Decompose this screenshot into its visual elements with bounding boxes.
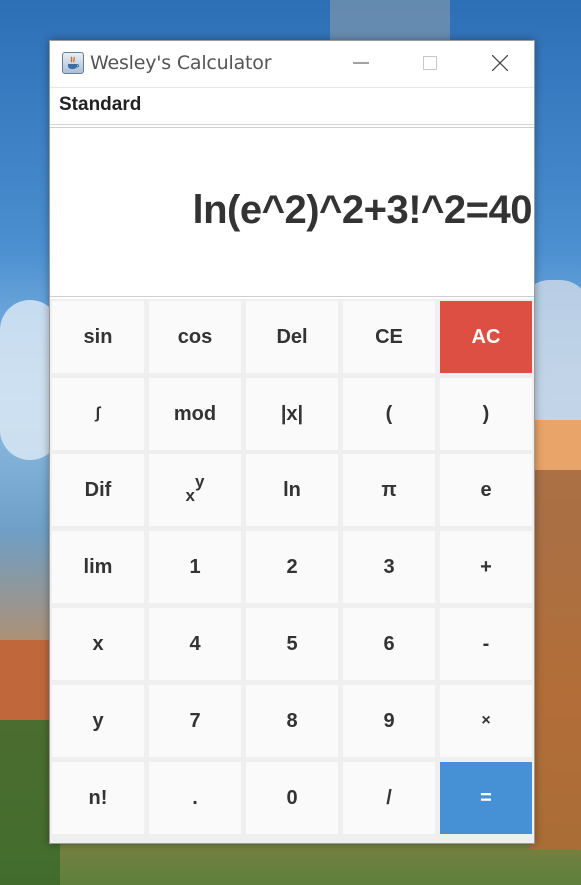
limit-button[interactable]: lim <box>52 531 144 603</box>
plus-button[interactable]: + <box>440 531 532 603</box>
digit-5-button[interactable]: 5 <box>246 608 338 680</box>
calculator-display: ln(e^2)^2+3!^2=40 <box>50 127 534 297</box>
left-paren-button[interactable]: ( <box>343 378 435 450</box>
maximize-icon <box>423 56 437 70</box>
power-exponent-label: y <box>195 472 205 491</box>
pi-button[interactable]: π <box>343 454 435 526</box>
digit-3-button[interactable]: 3 <box>343 531 435 603</box>
window-title: Wesley's Calculator <box>90 52 272 74</box>
power-base-label: x <box>185 486 195 505</box>
keypad: sin cos Del CE AC ∫ mod |x| ( ) Dif xy l… <box>50 299 534 843</box>
digit-6-button[interactable]: 6 <box>343 608 435 680</box>
minus-button[interactable]: - <box>440 608 532 680</box>
divide-button[interactable]: / <box>343 762 435 834</box>
wallpaper-tower <box>330 0 450 40</box>
clear-entry-button[interactable]: CE <box>343 301 435 373</box>
derivative-button[interactable]: Dif <box>52 454 144 526</box>
delete-button[interactable]: Del <box>246 301 338 373</box>
java-app-icon <box>62 52 84 74</box>
maximize-button[interactable] <box>395 41 465 86</box>
mode-bar: Standard <box>50 87 534 125</box>
integral-button[interactable]: ∫ <box>52 378 144 450</box>
ln-button[interactable]: ln <box>246 454 338 526</box>
wallpaper-house <box>0 640 55 720</box>
mod-button[interactable]: mod <box>149 378 241 450</box>
multiply-button[interactable]: × <box>440 685 532 757</box>
title-bar[interactable]: Wesley's Calculator <box>50 41 534 86</box>
digit-0-button[interactable]: 0 <box>246 762 338 834</box>
calculator-window: Wesley's Calculator Standard ln(e^2)^2+3… <box>49 40 535 844</box>
digit-4-button[interactable]: 4 <box>149 608 241 680</box>
y-variable-button[interactable]: y <box>52 685 144 757</box>
expression-text: ln(e^2)^2+3!^2=40 <box>192 188 532 232</box>
all-clear-button[interactable]: AC <box>440 301 532 373</box>
digit-1-button[interactable]: 1 <box>149 531 241 603</box>
mode-label[interactable]: Standard <box>59 94 141 116</box>
e-button[interactable]: e <box>440 454 532 526</box>
digit-2-button[interactable]: 2 <box>246 531 338 603</box>
close-icon <box>492 55 508 71</box>
factorial-button[interactable]: n! <box>52 762 144 834</box>
decimal-point-button[interactable]: . <box>149 762 241 834</box>
cos-button[interactable]: cos <box>149 301 241 373</box>
sin-button[interactable]: sin <box>52 301 144 373</box>
close-button[interactable] <box>465 41 535 86</box>
digit-7-button[interactable]: 7 <box>149 685 241 757</box>
wallpaper-house <box>530 430 581 850</box>
x-variable-button[interactable]: x <box>52 608 144 680</box>
right-paren-button[interactable]: ) <box>440 378 532 450</box>
absolute-value-button[interactable]: |x| <box>246 378 338 450</box>
minimize-button[interactable] <box>326 41 396 86</box>
power-button[interactable]: xy <box>149 454 241 526</box>
minimize-icon <box>353 62 369 64</box>
digit-9-button[interactable]: 9 <box>343 685 435 757</box>
equals-button[interactable]: = <box>440 762 532 834</box>
digit-8-button[interactable]: 8 <box>246 685 338 757</box>
